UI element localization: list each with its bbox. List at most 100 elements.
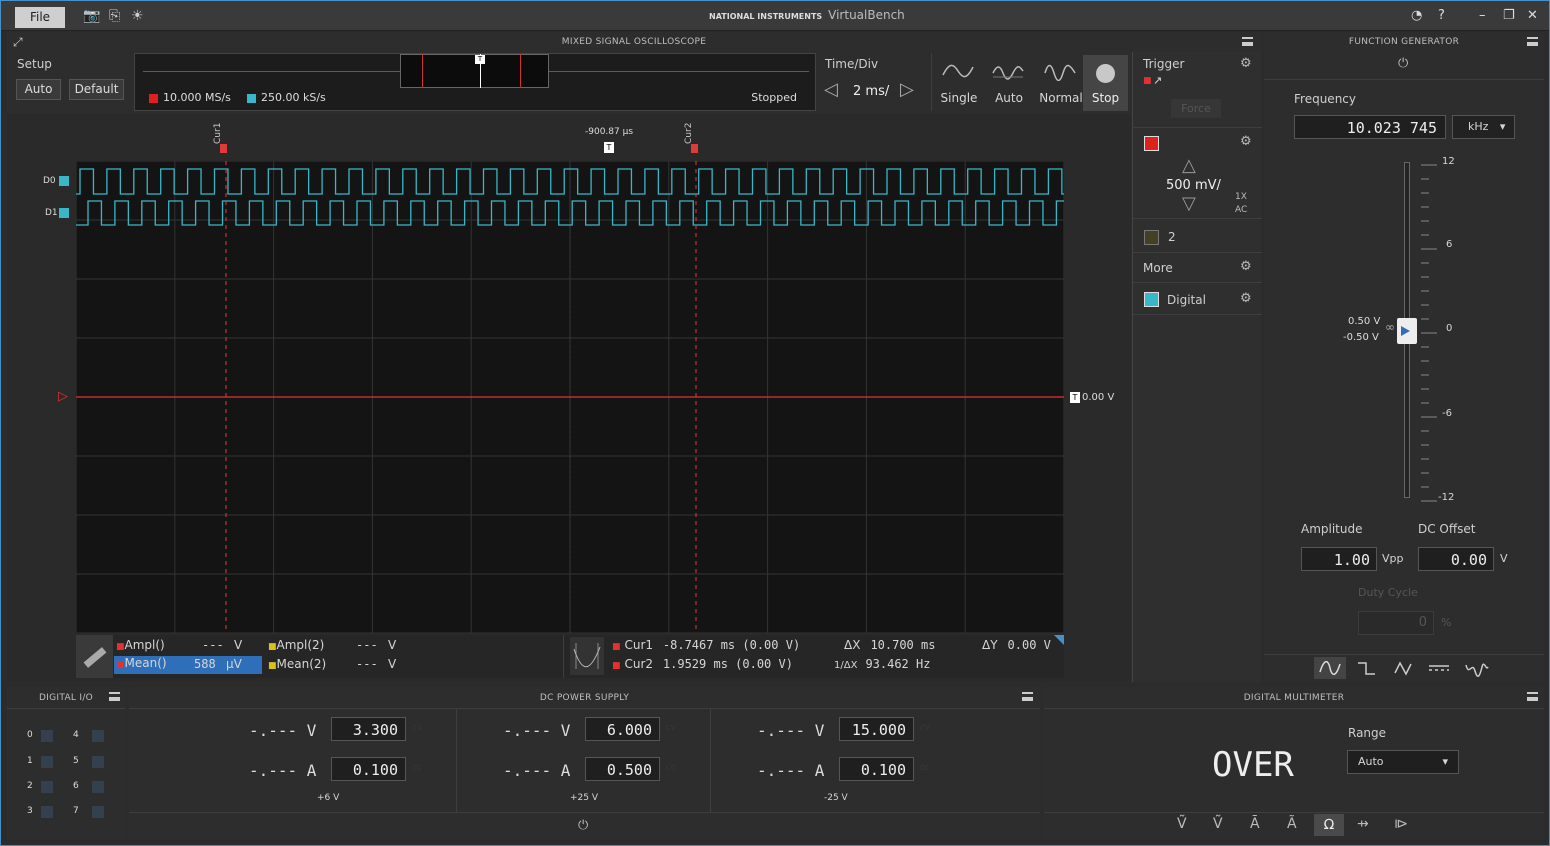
- minimize-icon[interactable]: –: [1479, 8, 1486, 23]
- mean-measurement[interactable]: ■Mean() 588 µV: [114, 656, 262, 674]
- frequency-input[interactable]: 10.023 745: [1294, 115, 1446, 139]
- timediv-increase-icon[interactable]: ▷: [900, 79, 914, 100]
- stop-button[interactable]: Stop: [1083, 55, 1128, 111]
- probe-attenuation[interactable]: 1X: [1235, 192, 1247, 202]
- d1-label: D1: [45, 208, 58, 218]
- dc-voltage-mode-icon[interactable]: Ṽ: [1177, 816, 1187, 832]
- amplitude-slider-handle[interactable]: [1397, 318, 1417, 344]
- d0-marker[interactable]: [59, 176, 69, 186]
- coupling[interactable]: AC: [1235, 205, 1247, 215]
- ch2-enable-toggle[interactable]: [1144, 230, 1159, 245]
- settings-sun-icon[interactable]: ☀: [131, 1, 144, 31]
- ch1-offset-marker[interactable]: ▷: [58, 389, 68, 404]
- trigger-label: Trigger: [1143, 57, 1185, 71]
- fgen-power-icon[interactable]: ⏻: [1398, 56, 1408, 71]
- rising-edge-icon[interactable]: ↗: [1153, 74, 1162, 87]
- continuity-mode-icon[interactable]: ⧐: [1394, 816, 1408, 832]
- resistance-mode-icon[interactable]: Ω: [1314, 814, 1344, 836]
- cursor2-handle[interactable]: [691, 144, 698, 153]
- volts-up-icon[interactable]: △: [1182, 155, 1196, 176]
- cursor-toggle-icon[interactable]: [570, 637, 604, 675]
- more-label[interactable]: More: [1143, 261, 1173, 275]
- timediv-decrease-icon[interactable]: ◁: [824, 79, 838, 100]
- trigger-position-marker[interactable]: T: [604, 142, 614, 153]
- psu-menu-icon[interactable]: [1022, 692, 1033, 701]
- trigger-settings-icon[interactable]: ⚙: [1240, 56, 1252, 71]
- dmm-menu-icon[interactable]: [1527, 692, 1538, 701]
- auto-mode-button[interactable]: Auto: [985, 53, 1033, 111]
- dc-offset-input[interactable]: 0.00: [1418, 547, 1494, 571]
- mean2-measurement[interactable]: ■Mean(2) --- V: [268, 657, 428, 674]
- export-icon[interactable]: ⎘: [109, 1, 120, 31]
- digital-label: Digital: [1167, 293, 1206, 307]
- ampl2-measurement[interactable]: ■Ampl(2) --- V: [268, 638, 428, 655]
- cursor1-handle[interactable]: [220, 144, 227, 153]
- dio-line-2-state[interactable]: [41, 781, 53, 793]
- d1-marker[interactable]: [59, 208, 69, 218]
- dio-line-3-state[interactable]: [41, 806, 53, 818]
- dc-current-mode-icon[interactable]: Ā: [1250, 816, 1260, 832]
- dio-line-7-state[interactable]: [92, 806, 104, 818]
- ac-voltage-mode-icon[interactable]: Ṽ: [1213, 816, 1223, 832]
- dio-line-5-state[interactable]: [92, 756, 104, 768]
- wifi-icon[interactable]: ◔: [1411, 8, 1422, 23]
- psu-6v-voltage-input[interactable]: 3.300: [331, 717, 406, 741]
- duty-cycle-input[interactable]: 0: [1358, 611, 1434, 635]
- psu-minus25v-current-input[interactable]: 0.100: [839, 757, 914, 781]
- auto-setup-button[interactable]: Auto: [16, 79, 61, 100]
- range-select[interactable]: Auto ▾: [1347, 750, 1459, 774]
- waveform-graph[interactable]: [76, 161, 1064, 633]
- single-mode-button[interactable]: Single: [935, 53, 983, 111]
- help-icon[interactable]: ?: [1438, 8, 1445, 23]
- square-wave-icon[interactable]: [1352, 657, 1382, 679]
- fgen-title: FUNCTION GENERATOR: [1348, 37, 1460, 47]
- frequency-unit-select[interactable]: kHz ▾: [1452, 115, 1515, 139]
- oscilloscope-panel: ⤢ MIXED SIGNAL OSCILLOSCOPE Setup Auto D…: [7, 32, 1262, 682]
- arbitrary-wave-icon[interactable]: [1462, 657, 1492, 679]
- dio-line-6-state[interactable]: [92, 781, 104, 793]
- psu-power-icon[interactable]: ⏻: [578, 818, 588, 833]
- psu-6v-current-reading: -.--- A: [249, 761, 317, 780]
- d0-label: D0: [43, 176, 56, 186]
- digital-settings-icon[interactable]: ⚙: [1240, 291, 1252, 306]
- ch1-settings-icon[interactable]: ⚙: [1240, 134, 1252, 149]
- psu-25v-current-input[interactable]: 0.500: [585, 757, 660, 781]
- force-trigger-button[interactable]: Force: [1171, 99, 1221, 118]
- default-setup-button[interactable]: Default: [69, 79, 124, 100]
- volts-down-icon[interactable]: ▽: [1182, 193, 1196, 214]
- digital-enable-toggle[interactable]: [1144, 292, 1159, 307]
- trigger-level-marker[interactable]: T: [1070, 392, 1080, 403]
- psu-25v-voltage-input[interactable]: 6.000: [585, 717, 660, 741]
- dio-line-0-state[interactable]: [41, 730, 53, 742]
- dio-line-3: 3: [27, 806, 33, 816]
- scope-menu-icon[interactable]: [1242, 37, 1253, 46]
- scale-tick-12: 12: [1442, 156, 1455, 167]
- dc-icon[interactable]: [1424, 657, 1454, 679]
- sine-wave-button[interactable]: [1314, 657, 1346, 679]
- restore-icon[interactable]: ❐: [1503, 8, 1515, 23]
- close-icon[interactable]: ✕: [1527, 8, 1538, 23]
- timediv-value[interactable]: 2 ms/: [853, 84, 889, 99]
- psu-6v-current-input[interactable]: 0.100: [331, 757, 406, 781]
- dio-line-4-state[interactable]: [92, 730, 104, 742]
- ac-current-mode-icon[interactable]: Ã: [1287, 816, 1297, 832]
- auto-wave-icon: [992, 66, 1024, 80]
- psu-minus25v-voltage-input[interactable]: 15.000: [839, 717, 914, 741]
- dio-menu-icon[interactable]: [109, 692, 120, 701]
- acquisition-overview[interactable]: T 10.000 MS/s 250.00 kS/s Stopped: [134, 53, 816, 111]
- file-menu-button[interactable]: File: [15, 7, 65, 28]
- volts-per-div[interactable]: 500 mV/: [1166, 178, 1221, 193]
- dio-line-1-state[interactable]: [41, 756, 53, 768]
- link-icon[interactable]: ∞: [1385, 320, 1395, 334]
- camera-icon[interactable]: 📷: [83, 1, 100, 31]
- diode-mode-icon[interactable]: ⇸: [1357, 816, 1369, 832]
- ampl-measurement[interactable]: ■Ampl() --- V: [116, 638, 261, 655]
- ch1-enable-toggle[interactable]: [1144, 136, 1159, 151]
- amplitude-input[interactable]: 1.00: [1301, 547, 1377, 571]
- normal-mode-button[interactable]: Normal: [1035, 53, 1087, 111]
- range-label: Range: [1348, 726, 1387, 740]
- more-settings-icon[interactable]: ⚙: [1240, 259, 1252, 274]
- triangle-wave-icon[interactable]: [1388, 657, 1418, 679]
- fgen-menu-icon[interactable]: [1527, 37, 1538, 46]
- ruler-icon[interactable]: [76, 635, 113, 678]
